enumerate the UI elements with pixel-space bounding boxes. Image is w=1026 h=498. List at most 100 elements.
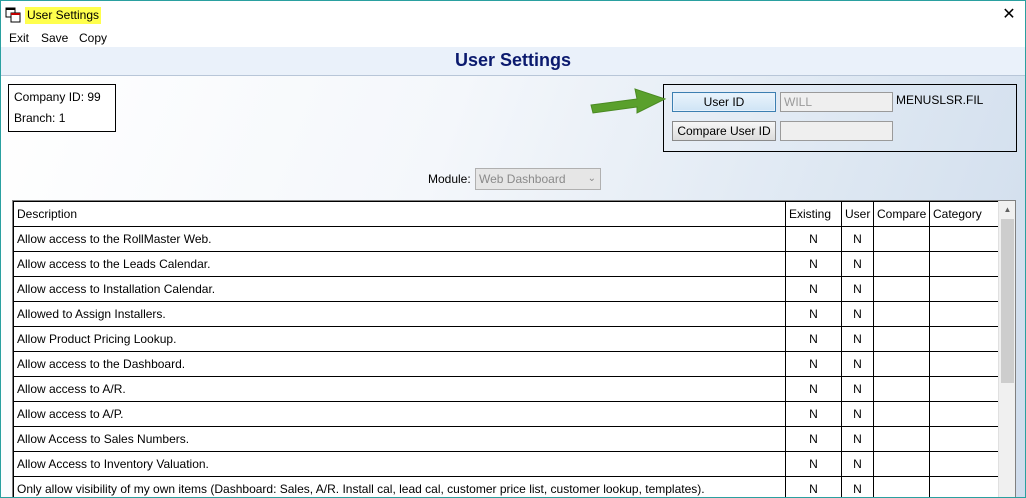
cell-compare xyxy=(873,226,930,252)
module-selected-value: Web Dashboard xyxy=(479,172,566,186)
table-row[interactable]: Allow access to the Leads Calendar. N N xyxy=(13,251,1000,277)
cell-user: N xyxy=(841,251,874,277)
cell-existing: N xyxy=(785,376,842,402)
cell-category xyxy=(929,476,1000,497)
cell-user: N xyxy=(841,226,874,252)
compare-user-id-button[interactable]: Compare User ID xyxy=(672,121,776,141)
cell-existing: N xyxy=(785,451,842,477)
cell-category xyxy=(929,301,1000,327)
company-id-label: Company ID: 99 xyxy=(14,90,101,104)
table-header-row: Description Existing User Compare Catego… xyxy=(13,201,1000,227)
chevron-down-icon: ⌄ xyxy=(587,173,596,184)
cell-user: N xyxy=(841,401,874,427)
cell-existing: N xyxy=(785,401,842,427)
col-existing[interactable]: Existing xyxy=(785,201,842,227)
cell-compare xyxy=(873,476,930,497)
cell-user: N xyxy=(841,326,874,352)
table-row[interactable]: Allow Access to Sales Numbers. N N xyxy=(13,426,1000,452)
cell-description: Allow Access to Inventory Valuation. xyxy=(13,451,786,477)
file-label: MENUSLSR.FIL xyxy=(896,93,984,107)
cell-compare xyxy=(873,326,930,352)
cell-existing: N xyxy=(785,276,842,302)
cell-description: Allow Product Pricing Lookup. xyxy=(13,326,786,352)
cell-user: N xyxy=(841,376,874,402)
cell-existing: N xyxy=(785,476,842,497)
scroll-thumb[interactable] xyxy=(1001,219,1014,383)
cell-compare xyxy=(873,401,930,427)
content-area: User Settings Company ID: 99 Branch: 1 U… xyxy=(1,47,1025,497)
cell-category xyxy=(929,251,1000,277)
table-row[interactable]: Allow access to A/P. N N xyxy=(13,401,1000,427)
menu-bar: Exit Save Copy xyxy=(1,29,1025,47)
cell-category xyxy=(929,451,1000,477)
cell-category xyxy=(929,276,1000,302)
cell-description: Allow access to the Leads Calendar. xyxy=(13,251,786,277)
col-compare[interactable]: Compare xyxy=(873,201,930,227)
cell-category xyxy=(929,426,1000,452)
table-row[interactable]: Allow access to Installation Calendar. N N xyxy=(13,276,1000,302)
cell-description: Allowed to Assign Installers. xyxy=(13,301,786,327)
table-row[interactable]: Allow access to the Dashboard. N N xyxy=(13,351,1000,377)
cell-compare xyxy=(873,301,930,327)
col-user[interactable]: User xyxy=(841,201,874,227)
menu-save[interactable]: Save xyxy=(41,31,68,45)
cell-category xyxy=(929,376,1000,402)
cell-user: N xyxy=(841,476,874,497)
arrow-right-icon xyxy=(590,88,667,114)
cell-compare xyxy=(873,351,930,377)
header-bar: User Settings xyxy=(1,47,1025,76)
table-row[interactable]: Allow access to the RollMaster Web. N N xyxy=(13,226,1000,252)
cell-compare xyxy=(873,376,930,402)
app-window: User Settings ✕ Exit Save Copy User Sett… xyxy=(0,0,1026,498)
title-bar: User Settings ✕ xyxy=(1,1,1025,29)
company-info-box: Company ID: 99 Branch: 1 xyxy=(8,84,116,132)
cell-description: Allow access to A/R. xyxy=(13,376,786,402)
cell-user: N xyxy=(841,301,874,327)
cell-existing: N xyxy=(785,351,842,377)
table-row[interactable]: Only allow visibility of my own items (D… xyxy=(13,476,1000,497)
module-select[interactable]: Web Dashboard ⌄ xyxy=(475,168,601,190)
cell-description: Allow Access to Sales Numbers. xyxy=(13,426,786,452)
cell-existing: N xyxy=(785,301,842,327)
menu-exit[interactable]: Exit xyxy=(9,31,29,45)
scroll-up-icon[interactable]: ▲ xyxy=(999,201,1015,218)
cell-existing: N xyxy=(785,251,842,277)
cell-category xyxy=(929,351,1000,377)
user-id-button[interactable]: User ID xyxy=(672,92,776,112)
cell-description: Allow access to A/P. xyxy=(13,401,786,427)
cell-user: N xyxy=(841,276,874,302)
vertical-scrollbar[interactable]: ▲ xyxy=(998,201,1015,497)
app-window-icon xyxy=(5,7,21,23)
module-label: Module: xyxy=(428,172,471,186)
user-id-box: User ID WILL MENUSLSR.FIL Compare User I… xyxy=(663,84,1017,152)
cell-compare xyxy=(873,451,930,477)
page-title: User Settings xyxy=(454,50,572,70)
compare-user-id-field[interactable] xyxy=(780,121,893,141)
cell-description: Allow access to the RollMaster Web. xyxy=(13,226,786,252)
cell-compare xyxy=(873,276,930,302)
cell-category xyxy=(929,401,1000,427)
cell-existing: N xyxy=(785,226,842,252)
close-icon[interactable]: ✕ xyxy=(999,5,1019,25)
settings-table: Description Existing User Compare Catego… xyxy=(12,200,1016,497)
cell-user: N xyxy=(841,451,874,477)
cell-description: Allow access to Installation Calendar. xyxy=(13,276,786,302)
menu-copy[interactable]: Copy xyxy=(79,31,107,45)
cell-description: Only allow visibility of my own items (D… xyxy=(13,476,786,497)
cell-category xyxy=(929,326,1000,352)
table-row[interactable]: Allow Product Pricing Lookup. N N xyxy=(13,326,1000,352)
branch-label: Branch: 1 xyxy=(14,111,66,125)
cell-existing: N xyxy=(785,426,842,452)
window-title: User Settings xyxy=(25,7,102,24)
cell-description: Allow access to the Dashboard. xyxy=(13,351,786,377)
cell-user: N xyxy=(841,351,874,377)
cell-user: N xyxy=(841,426,874,452)
cell-existing: N xyxy=(785,326,842,352)
cell-compare xyxy=(873,426,930,452)
table-row[interactable]: Allow Access to Inventory Valuation. N N xyxy=(13,451,1000,477)
user-id-field[interactable]: WILL xyxy=(780,92,893,112)
col-description[interactable]: Description xyxy=(13,201,786,227)
table-row[interactable]: Allowed to Assign Installers. N N xyxy=(13,301,1000,327)
col-category[interactable]: Category xyxy=(929,201,1000,227)
table-row[interactable]: Allow access to A/R. N N xyxy=(13,376,1000,402)
